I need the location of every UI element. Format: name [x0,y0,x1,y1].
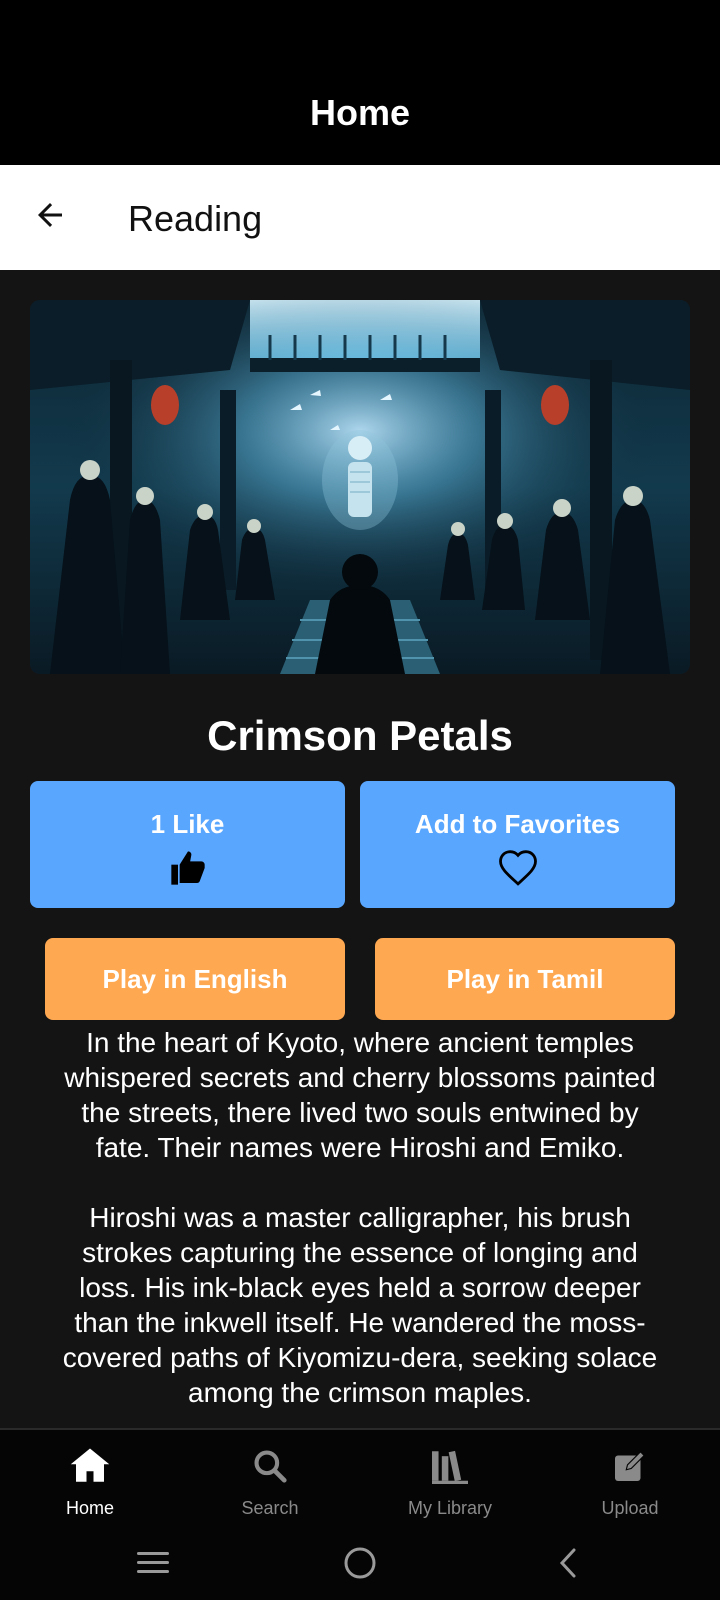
nav-upload[interactable]: Upload [540,1430,720,1532]
heart-outline-icon [495,848,541,895]
app-bar-title: Home [309,92,411,133]
like-count-label: 1 Like [150,809,225,839]
favorites-label: Add to Favorites [414,809,621,839]
nav-label: Upload [601,1498,659,1518]
story-body: In the heart of Kyoto, where ancient tem… [60,1025,660,1430]
reading-header: Reading [0,165,720,270]
story-paragraph: Hiroshi was a master calligrapher, his b… [62,1202,658,1408]
page-title: Reading [128,198,263,239]
thumbs-up-icon [167,848,209,893]
add-to-favorites-button[interactable]: Add to Favorites [360,781,675,908]
circle-home-icon [344,1547,376,1579]
home-icon [68,1444,112,1488]
system-navigation-bar [0,1530,720,1600]
upload-edit-icon [612,1444,648,1488]
app-bar: Home [0,0,720,165]
nav-label: Home [65,1498,114,1518]
play-tamil-button[interactable]: Play in Tamil [375,938,675,1020]
nav-label: My Library [407,1498,492,1518]
nav-home[interactable]: Home [0,1430,180,1532]
story-paragraph: In the heart of Kyoto, where ancient tem… [64,1027,656,1163]
nav-search[interactable]: Search [180,1430,360,1532]
chevron-left-icon [559,1548,576,1578]
home-system-button[interactable] [330,1538,390,1588]
arrow-left-icon [38,203,62,227]
library-icon [430,1444,470,1488]
story-cover-image [30,300,690,674]
like-button[interactable]: 1 Like [30,781,345,908]
search-icon [251,1444,289,1488]
nav-my-library[interactable]: My Library [360,1430,540,1532]
play-english-button[interactable]: Play in English [45,938,345,1020]
back-system-button[interactable] [538,1538,598,1588]
recent-apps-button[interactable] [123,1538,183,1588]
story-title: Crimson Petals [207,712,513,759]
bottom-navigation: Home Search My Library Upload [0,1428,720,1532]
back-button[interactable] [22,187,78,243]
menu-lines-icon [137,1552,169,1573]
nav-label: Search [241,1498,299,1518]
